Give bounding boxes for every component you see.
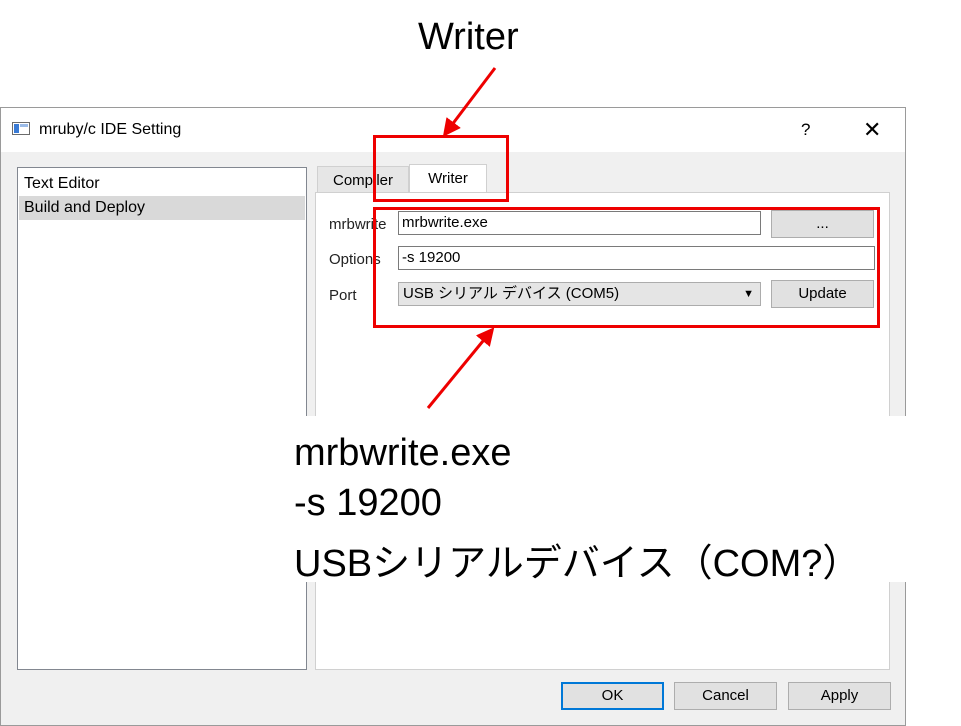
cancel-button[interactable]: Cancel [674,682,777,710]
window-title: mruby/c IDE Setting [39,121,182,138]
annotation-line-options: -s 19200 [294,482,442,524]
apply-button[interactable]: Apply [788,682,891,710]
settings-category-list: Text Editor Build and Deploy [17,167,307,670]
help-button[interactable]: ? [801,120,810,140]
annotation-text-block: mrbwrite.exe -s 19200 USBシリアルデバイス（COM?） [282,416,961,585]
ok-button[interactable]: OK [561,682,664,710]
nav-item-build-and-deploy[interactable]: Build and Deploy [19,196,305,220]
annotation-line-mrbwrite: mrbwrite.exe [294,432,512,474]
close-icon[interactable]: ✕ [863,117,881,143]
nav-item-text-editor[interactable]: Text Editor [19,172,305,196]
annotation-title: Writer [418,16,519,58]
writer-fields-highlight [373,207,880,328]
app-window-icon [12,122,30,135]
annotation-line-port: USBシリアルデバイス（COM?） [294,543,861,585]
writer-tab-highlight [373,135,509,202]
port-label: Port [329,287,357,304]
